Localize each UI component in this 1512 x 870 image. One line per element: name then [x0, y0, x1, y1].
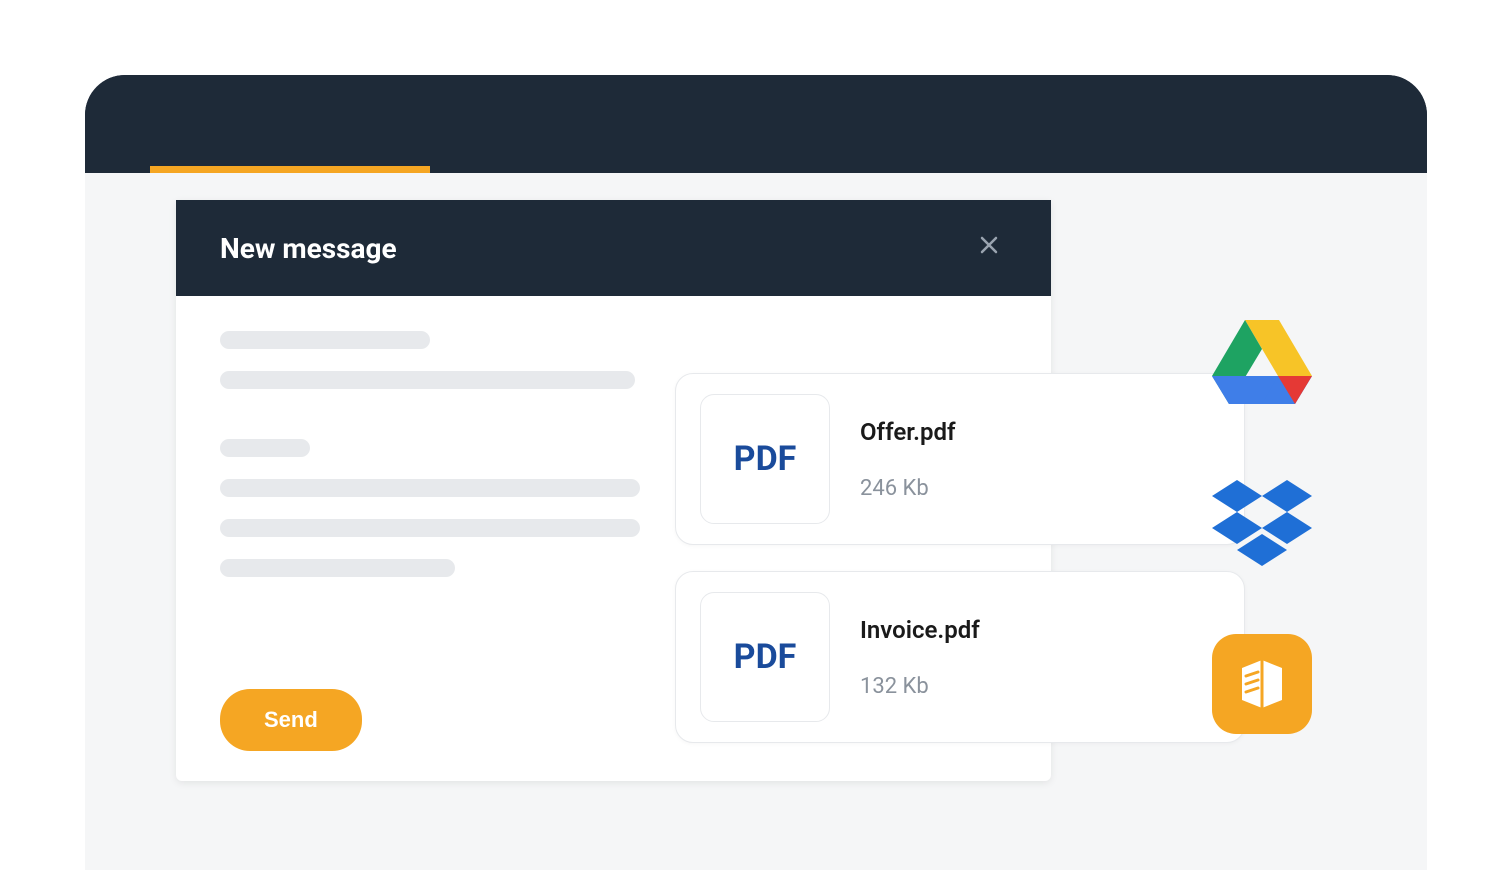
pdf-type-label: PDF	[734, 637, 797, 677]
pdf-icon: PDF	[700, 592, 830, 722]
active-tab-indicator	[150, 166, 430, 173]
pdf-type-label: PDF	[734, 439, 797, 479]
app-window: New message Send PDF	[85, 75, 1427, 870]
attachment-size: 132 Kb	[860, 674, 980, 699]
placeholder-line	[220, 371, 635, 389]
provider-dropbox[interactable]	[1212, 480, 1312, 566]
book-icon	[1234, 656, 1290, 712]
close-button[interactable]	[971, 226, 1007, 270]
compose-title: New message	[220, 232, 397, 265]
attachment-info: Invoice.pdf 132 Kb	[860, 616, 980, 699]
placeholder-line	[220, 519, 640, 537]
attachment-card[interactable]: PDF Offer.pdf 246 Kb	[675, 373, 1245, 545]
attachment-info: Offer.pdf 246 Kb	[860, 418, 956, 501]
placeholder-line	[220, 479, 640, 497]
provider-google-drive[interactable]	[1212, 316, 1312, 410]
send-button[interactable]: Send	[220, 689, 362, 751]
placeholder-line	[220, 559, 455, 577]
attachment-size: 246 Kb	[860, 476, 956, 501]
library-card	[1212, 634, 1312, 734]
placeholder-line	[220, 439, 310, 457]
placeholder-line	[220, 331, 430, 349]
google-drive-icon	[1212, 316, 1312, 406]
attachment-name: Invoice.pdf	[860, 616, 980, 644]
dropbox-icon	[1212, 480, 1312, 566]
compose-header: New message	[176, 200, 1051, 296]
attachment-name: Offer.pdf	[860, 418, 956, 446]
provider-library[interactable]	[1212, 634, 1312, 734]
close-icon	[979, 235, 999, 255]
pdf-icon: PDF	[700, 394, 830, 524]
app-topbar	[85, 75, 1427, 173]
attachment-card[interactable]: PDF Invoice.pdf 132 Kb	[675, 571, 1245, 743]
